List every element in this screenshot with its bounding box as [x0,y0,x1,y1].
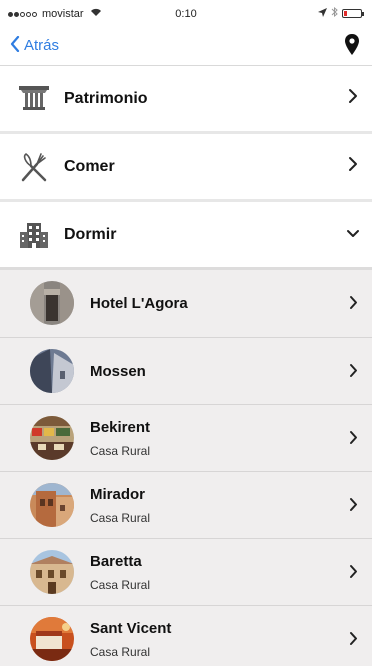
map-pin-icon[interactable] [344,34,360,56]
hotel-name: Hotel L'Agora [90,294,188,312]
chevron-right-icon [349,564,358,579]
accommodation-list: Hotel L'Agora Mossen Bekirent Casa Rural… [0,270,372,666]
hotel-photo [30,617,74,661]
bluetooth-icon [331,6,338,20]
hotel-photo [30,416,74,460]
hotel-name: Bekirent [90,418,151,436]
navigation-bar: Atrás [0,28,372,66]
list-item-sant-vicent[interactable]: Sant Vicent Casa Rural [0,606,372,666]
chevron-right-icon [349,430,358,445]
column-icon [16,81,52,117]
chevron-right-icon [349,295,358,310]
category-label: Patrimonio [64,90,148,107]
category-patrimonio[interactable]: Patrimonio [0,66,372,132]
hotel-type: Casa Rural [90,443,151,458]
hotel-name: Mirador [90,485,146,503]
category-label: Dormir [64,226,117,243]
category-label: Comer [64,158,115,175]
list-item-baretta[interactable]: Baretta Casa Rural [0,539,372,605]
status-indicators [318,6,364,20]
hotel-photo [30,483,74,527]
hotel-type: Casa Rural [90,510,151,525]
back-label: Atrás [24,36,60,54]
battery-icon [342,9,364,18]
hotel-type: Casa Rural [90,577,151,592]
hotel-photo [30,349,74,393]
hotel-type: Casa Rural [90,644,151,659]
hotel-photo [30,281,74,325]
hotel-name: Mossen [90,362,146,380]
location-arrow-icon [318,7,327,20]
hotel-name: Sant Vicent [90,619,172,637]
chevron-right-icon [348,156,358,172]
chevron-right-icon [349,631,358,646]
category-dormir[interactable]: Dormir [0,202,372,268]
cutlery-icon [16,149,52,185]
chevron-left-icon [10,35,20,55]
list-item-mirador[interactable]: Mirador Casa Rural [0,472,372,538]
hotel-photo [30,550,74,594]
category-comer[interactable]: Comer [0,134,372,200]
chevron-down-icon [346,226,360,237]
list-item-bekirent[interactable]: Bekirent Casa Rural [0,405,372,471]
list-item-mossen[interactable]: Mossen [0,338,372,404]
hotel-name: Baretta [90,552,142,570]
list-item-hotel-lagora[interactable]: Hotel L'Agora [0,270,372,336]
chevron-right-icon [349,497,358,512]
status-bar: movistar 0:10 [0,0,372,28]
back-button[interactable]: Atrás [10,35,59,55]
building-icon [16,217,52,253]
chevron-right-icon [348,88,358,104]
status-time: 0:10 [175,8,197,20]
chevron-right-icon [349,363,358,378]
